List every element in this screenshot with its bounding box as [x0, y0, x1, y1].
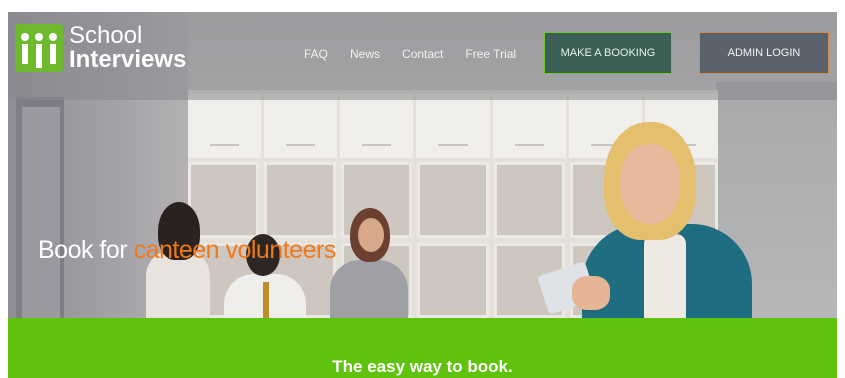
person-woman-middle-face — [358, 218, 384, 252]
hero-headline-highlight: canteen volunteers — [133, 236, 337, 264]
cabinet — [340, 94, 414, 158]
logo-wordmark: School Interviews — [69, 24, 186, 72]
make-booking-button[interactable]: MAKE A BOOKING — [544, 32, 672, 74]
site-header: School Interviews FAQ News Contact Free … — [8, 12, 837, 100]
cabinet — [492, 94, 566, 158]
person-boy-tie — [263, 282, 269, 318]
person-woman-middle-body — [330, 260, 408, 318]
logo-line-2: Interviews — [69, 46, 187, 73]
cubby — [417, 242, 489, 318]
cubby — [493, 162, 566, 238]
cabinet — [264, 94, 338, 158]
logo[interactable]: School Interviews — [15, 24, 186, 72]
person-teacher-hand — [572, 276, 610, 310]
banner-tagline: The easy way to book. — [332, 357, 513, 376]
person-teacher-shirt — [644, 234, 686, 318]
cabinet — [188, 94, 262, 158]
logo-line-1: School — [69, 22, 143, 49]
cubby — [417, 162, 489, 238]
logo-people-icon — [15, 24, 63, 72]
page-frame: Book for canteen volunteers School Inter… — [8, 12, 837, 378]
nav-faq[interactable]: FAQ — [304, 47, 328, 61]
hero-door — [22, 107, 60, 318]
cubby — [264, 162, 336, 238]
person-teacher-face — [620, 144, 680, 224]
admin-login-button[interactable]: ADMIN LOGIN — [699, 32, 829, 74]
hero-headline-prefix: Book for — [38, 236, 134, 264]
green-banner: The easy way to book. — [8, 318, 837, 378]
nav-contact[interactable]: Contact — [402, 47, 443, 61]
nav-free-trial[interactable]: Free Trial — [465, 47, 516, 61]
hero-headline: Book for canteen volunteers — [38, 236, 336, 265]
nav-news[interactable]: News — [350, 47, 380, 61]
main-nav: FAQ News Contact Free Trial — [304, 47, 516, 61]
cabinet — [416, 94, 490, 158]
